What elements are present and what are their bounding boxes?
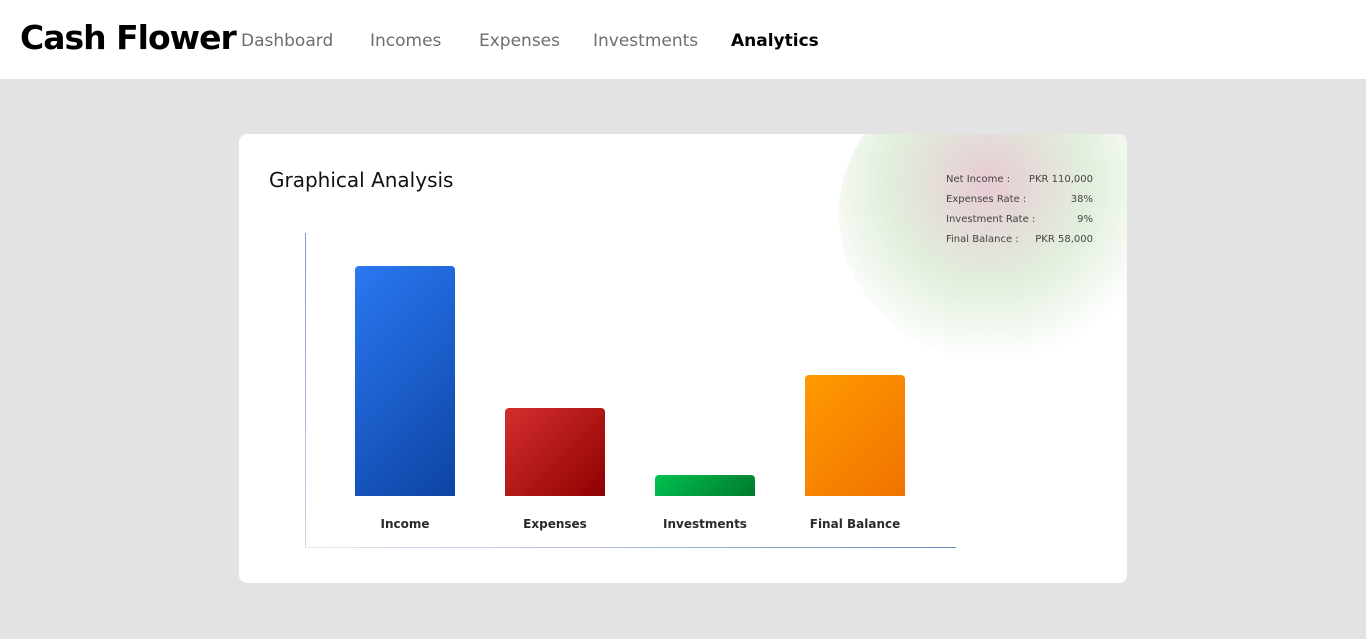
nav-investments[interactable]: Investments bbox=[593, 31, 698, 51]
bar-investments[interactable] bbox=[655, 475, 755, 496]
bar-final-balance[interactable] bbox=[805, 375, 905, 496]
nav-dashboard[interactable]: Dashboard bbox=[241, 31, 333, 51]
bar-label-income: Income bbox=[380, 517, 430, 531]
bar-income[interactable] bbox=[355, 266, 455, 496]
bar-chart: Income Expenses Investments Final Balance bbox=[239, 134, 1127, 583]
nav-expenses[interactable]: Expenses bbox=[479, 31, 560, 51]
top-navbar: Cash Flower Dashboard Incomes Expenses I… bbox=[0, 0, 1366, 79]
bar-expenses[interactable] bbox=[505, 408, 605, 496]
bar-label-final-balance: Final Balance bbox=[809, 517, 901, 531]
nav-incomes[interactable]: Incomes bbox=[370, 31, 441, 51]
chart-x-axis bbox=[305, 547, 956, 548]
chart-y-axis bbox=[305, 233, 306, 547]
analysis-card: Graphical Analysis Net Income : PKR 110,… bbox=[239, 134, 1127, 583]
app-logo[interactable]: Cash Flower bbox=[20, 18, 237, 58]
nav-analytics[interactable]: Analytics bbox=[731, 31, 819, 51]
bar-label-expenses: Expenses bbox=[523, 517, 587, 531]
bar-label-investments: Investments bbox=[663, 517, 747, 531]
